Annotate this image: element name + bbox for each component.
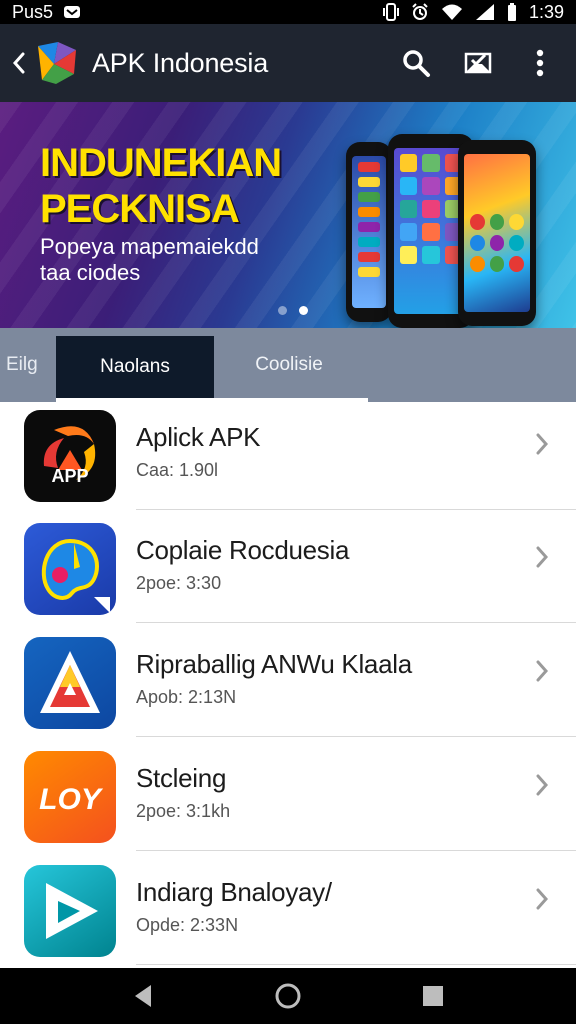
divider bbox=[136, 509, 576, 510]
app-meta: Apob: 2:13N bbox=[136, 687, 237, 707]
navigation-bar bbox=[0, 968, 576, 1024]
app-bar: APK Indonesia bbox=[0, 24, 576, 102]
wifi-icon bbox=[441, 3, 463, 21]
square-recents-icon bbox=[423, 986, 444, 1006]
play-arrow-icon bbox=[24, 865, 116, 957]
palette-icon bbox=[24, 523, 116, 615]
list-item[interactable]: Ripraballig ANWu Klaala Apob: 2:13N bbox=[0, 629, 576, 743]
app-name: Aplick APK bbox=[136, 422, 261, 452]
mail-icon bbox=[63, 4, 81, 20]
carousel-dot[interactable] bbox=[278, 306, 287, 315]
tab-selected[interactable]: Naolans bbox=[56, 336, 214, 398]
search-button[interactable] bbox=[398, 45, 434, 81]
app-list: APP Aplick APK Caa: 1.90l Coplaie Rocdue… bbox=[0, 402, 576, 968]
triangle-back-icon bbox=[134, 985, 151, 1007]
divider bbox=[136, 736, 576, 737]
app-orange-swirl-icon: APP bbox=[24, 410, 116, 502]
inbox-button[interactable] bbox=[460, 45, 496, 81]
signal-icon bbox=[475, 3, 495, 21]
list-item[interactable]: APP Aplick APK Caa: 1.90l bbox=[0, 402, 576, 516]
more-vert-icon bbox=[536, 49, 544, 77]
status-bar: Pus5 1:39 bbox=[0, 0, 576, 24]
list-item[interactable]: LOY Stcleing 2poe: 3:1kh bbox=[0, 743, 576, 857]
list-item[interactable]: Indiarg Bnaloyay/ Opde: 2:33N bbox=[0, 857, 576, 971]
app-meta: 2poe: 3:30 bbox=[136, 573, 222, 593]
banner-description: Popeya mapemaiekdd taa ciodes bbox=[40, 234, 259, 285]
app-name: Ripraballig ANWu Klaala bbox=[136, 649, 412, 679]
chevron-right-icon bbox=[536, 660, 549, 682]
list-item[interactable]: Coplaie Rocduesia 2poe: 3:30 bbox=[0, 515, 576, 629]
loy-logo-icon: LOY bbox=[24, 751, 116, 843]
app-name: Coplaie Rocduesia bbox=[136, 535, 350, 565]
divider bbox=[136, 964, 576, 965]
vibrate-icon bbox=[382, 3, 399, 21]
chevron-right-icon bbox=[536, 433, 549, 455]
search-icon bbox=[403, 50, 430, 77]
triangle-a-icon bbox=[24, 637, 116, 729]
alarm-icon bbox=[411, 3, 429, 21]
banner-headline: INDUNEKIAN PECKNISA bbox=[40, 141, 282, 231]
app-title: APK Indonesia bbox=[92, 47, 269, 78]
circle-home-icon bbox=[275, 983, 301, 1009]
app-icon-text: LOY bbox=[39, 783, 104, 816]
app-icon-text: APP bbox=[51, 466, 88, 486]
tab-partial[interactable]: Eilg bbox=[0, 328, 56, 402]
carousel-dot-active[interactable] bbox=[299, 306, 308, 315]
nav-recents-button[interactable] bbox=[413, 976, 453, 1016]
tab-bar: Eilg Naolans Coolisie bbox=[0, 328, 576, 402]
divider bbox=[136, 622, 576, 623]
inbox-check-icon bbox=[464, 52, 492, 74]
app-meta: Opde: 2:33N bbox=[136, 915, 239, 935]
chevron-right-icon bbox=[536, 774, 549, 796]
app-meta: Caa: 1.90l bbox=[136, 460, 219, 480]
back-button[interactable] bbox=[8, 43, 30, 83]
divider bbox=[136, 850, 576, 851]
nav-back-button[interactable] bbox=[123, 976, 163, 1016]
phone-image-left bbox=[346, 142, 392, 322]
clock-label: 1:39 bbox=[528, 1, 564, 22]
carrier-label: Pus5 bbox=[12, 1, 54, 22]
chevron-right-icon bbox=[536, 888, 549, 910]
app-name: Stcleing bbox=[136, 763, 227, 793]
app-logo bbox=[34, 40, 80, 86]
carousel-indicator bbox=[278, 306, 308, 315]
nav-home-button[interactable] bbox=[268, 976, 308, 1016]
app-name: Indiarg Bnaloyay/ bbox=[136, 877, 332, 907]
tab-third[interactable]: Coolisie bbox=[214, 328, 364, 402]
chevron-left-icon bbox=[12, 52, 25, 74]
chevron-right-icon bbox=[536, 546, 549, 568]
more-options-button[interactable] bbox=[522, 45, 558, 81]
promo-banner[interactable]: INDUNEKIAN PECKNISA Popeya mapemaiekdd t… bbox=[0, 102, 576, 328]
battery-icon bbox=[507, 3, 517, 21]
phone-image-right bbox=[458, 140, 536, 326]
app-meta: 2poe: 3:1kh bbox=[136, 801, 231, 821]
